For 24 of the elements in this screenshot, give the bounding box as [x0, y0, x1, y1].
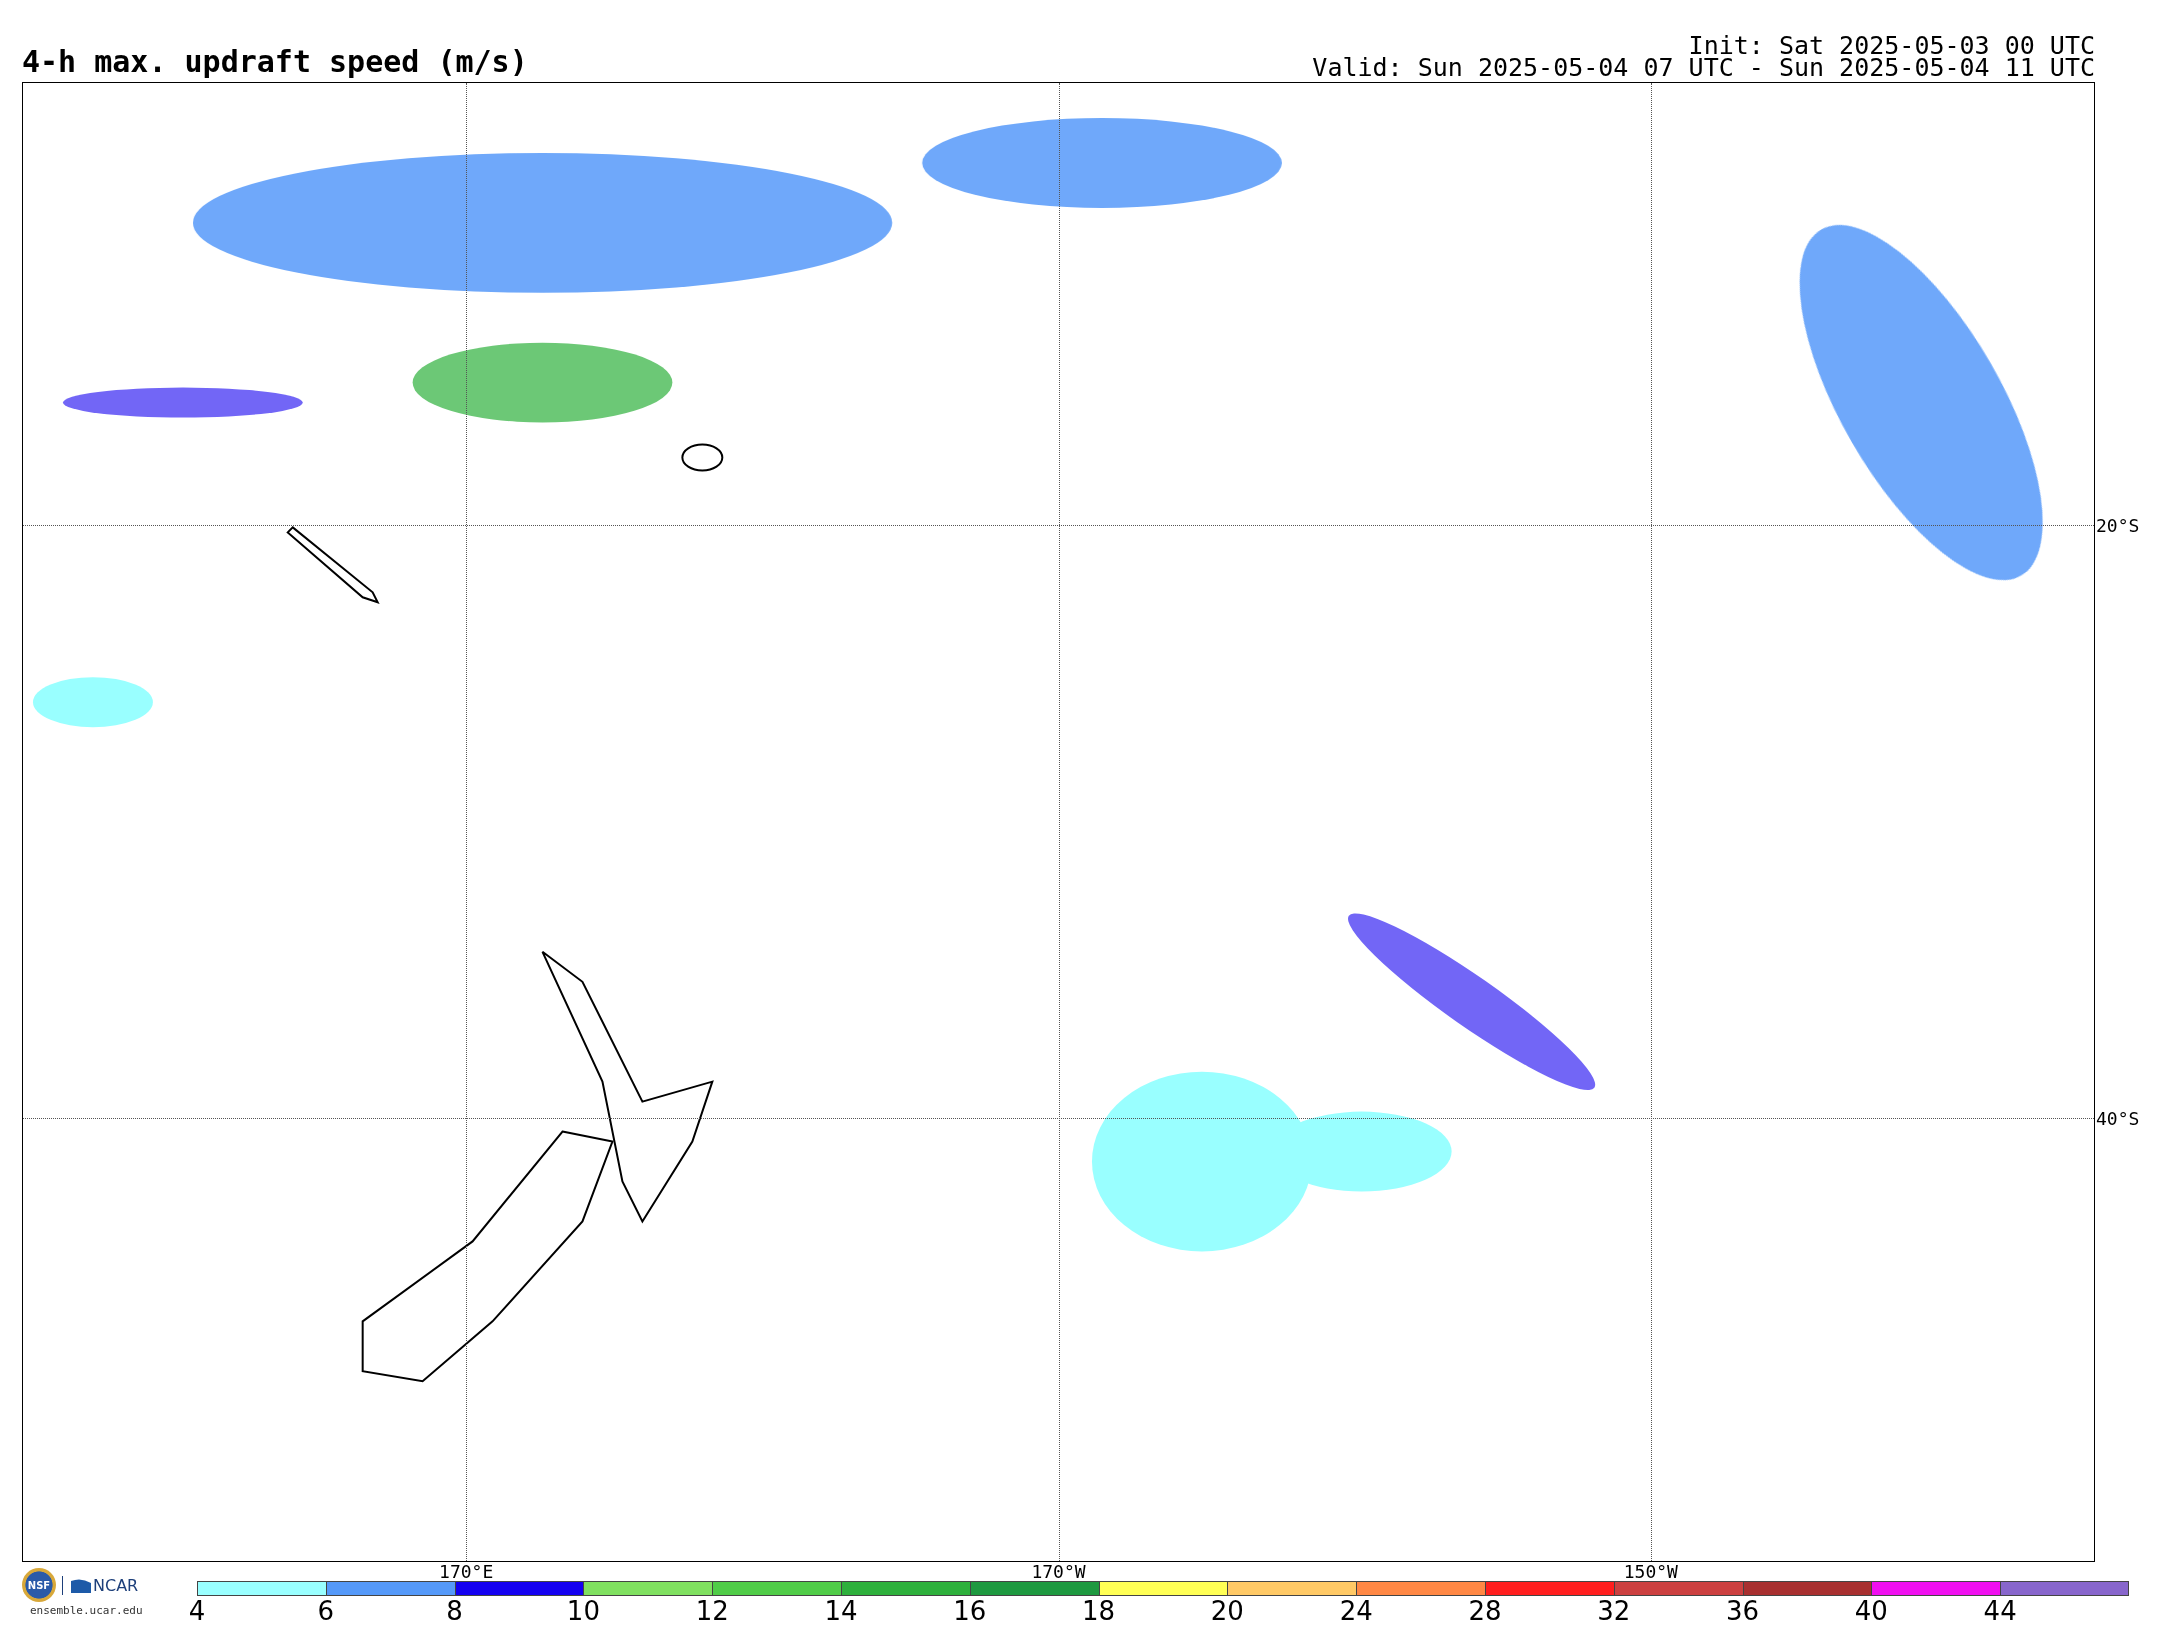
scale-label: 6	[317, 1598, 335, 1624]
scale-label: 8	[446, 1598, 463, 1624]
scale-label: 40	[1854, 1598, 1888, 1624]
longitude-label: 170°E	[439, 1563, 494, 1581]
scale-label: 12	[695, 1598, 729, 1624]
longitude-label: 170°W	[1031, 1563, 1086, 1581]
brand-logo: NCAR	[62, 1575, 139, 1595]
scale-label: 4	[188, 1598, 206, 1624]
scale-label: 36	[1726, 1598, 1760, 1624]
seal-logo: NSF	[22, 1568, 56, 1602]
scale-label: 44	[1983, 1598, 2017, 1624]
site-address: ensemble.ucar.edu	[29, 1604, 143, 1617]
scale-label: 20	[1210, 1598, 1244, 1624]
scale-label: 10	[566, 1598, 600, 1624]
init-time: Init: Sat 2025-05-03 00 UTC	[1688, 35, 2095, 57]
longitude-label: 150°W	[1623, 1563, 1678, 1581]
scale-label: 32	[1597, 1598, 1631, 1624]
valid-time: Valid: Sun 2025-05-04 07 UTC - Sun 2025-05-04 11 UTC	[1312, 57, 2095, 79]
scale-label: 16	[953, 1598, 987, 1624]
scale-label: 18	[1082, 1598, 1116, 1624]
scale-label: 14	[824, 1598, 858, 1624]
scale-label: 24	[1339, 1598, 1373, 1624]
scale-label: 28	[1468, 1598, 1502, 1624]
chart-title: 4-h max. updraft speed (m/s)	[22, 47, 528, 77]
